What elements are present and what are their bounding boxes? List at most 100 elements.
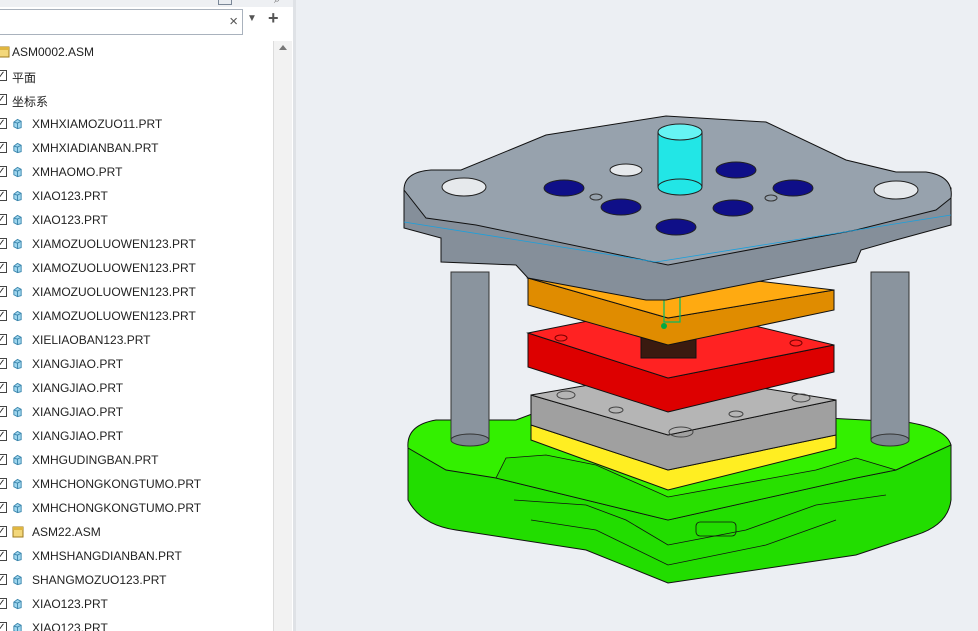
checkbox-icon[interactable]: ✓ [0,622,7,631]
punch-cylinder [657,123,703,196]
tree-item-label: XMHXIAMOZUO11.PRT [32,117,163,131]
tree-item[interactable]: ✓ XIAO123.PRT [0,209,272,233]
part-icon [13,478,22,490]
panel-search-icon[interactable]: ⌕ [274,0,280,7]
part-icon [13,454,22,466]
die-assembly-model [403,115,952,584]
tree-item-label: XMHSHANGDIANBAN.PRT [32,549,182,563]
model-tree-list: ASM0002.ASM ✓ 平面 ✓ 坐标系 ✓ XMHXIAMOZUO11.PRT ✓ XM… [0,41,272,631]
checkbox-icon[interactable]: ✓ [0,118,7,129]
tree-item-label: ASM0002.ASM [12,45,95,59]
part-icon [13,334,22,346]
tree-search-input[interactable]: × [0,9,243,35]
tree-scrollbar[interactable] [273,41,292,631]
tree-item[interactable]: ✓ ASM22.ASM [0,521,272,545]
checkbox-icon[interactable]: ✓ [0,238,7,249]
tree-item-label: XMHXIADIANBAN.PRT [32,141,159,155]
tree-item-label: XIAMOZUOLUOWEN123.PRT [32,261,196,275]
tree-item-label: ASM22.ASM [32,525,101,539]
tree-item-label: XMHAOMO.PRT [32,165,123,179]
checkbox-icon[interactable]: ✓ [0,454,7,465]
checkbox-icon[interactable]: ✓ [0,550,7,561]
tree-item[interactable]: ✓ XMHCHONGKONGTUMO.PRT [0,497,272,521]
tree-item[interactable]: ✓ XIAO123.PRT [0,185,272,209]
checkbox-icon[interactable]: ✓ [0,334,7,345]
checkbox-icon[interactable]: ✓ [0,478,7,489]
checkbox-icon[interactable]: ✓ [0,94,7,105]
tree-item[interactable]: ✓ XMHXIADIANBAN.PRT [0,137,272,161]
part-icon [13,430,22,442]
panel-view-icon[interactable] [218,0,232,5]
tree-item-label: XIANGJIAO.PRT [32,405,124,419]
assembly-icon [0,46,10,58]
part-icon [13,286,22,298]
tree-item-label: XIANGJIAO.PRT [32,357,124,371]
checkbox-icon[interactable]: ✓ [0,526,7,537]
checkbox-icon[interactable]: ✓ [0,430,7,441]
part-icon [13,166,22,178]
part-icon [13,214,22,226]
tree-item-label: XIAO123.PRT [32,597,108,611]
tree-item[interactable]: ✓ SHANGMOZUO123.PRT [0,569,272,593]
checkbox-icon[interactable]: ✓ [0,190,7,201]
tree-item-label: SHANGMOZUO123.PRT [32,573,167,587]
part-icon [13,190,22,202]
tree-item[interactable]: ✓ XMHXIAMOZUO11.PRT [0,113,272,137]
tree-item-label: 坐标系 [12,95,49,109]
tree-item-label: XIELIAOBAN123.PRT [32,333,151,347]
tree-item-label: XIANGJIAO.PRT [32,381,124,395]
tree-item-label: XIAMOZUOLUOWEN123.PRT [32,309,196,323]
checkbox-icon[interactable]: ✓ [0,574,7,585]
part-icon [13,358,22,370]
tree-item[interactable]: ✓ XMHSHANGDIANBAN.PRT [0,545,272,569]
tree-item[interactable]: ✓ XIAMOZUOLUOWEN123.PRT [0,281,272,305]
model-tree-panel: ⌕ × ▼ + ASM0002.ASM ✓ 平面 ✓ 坐标系 ✓ XMHXIAMOZUO1… [0,0,294,631]
tree-item[interactable]: ✓ XIAMOZUOLUOWEN123.PRT [0,257,272,281]
tree-item[interactable]: ✓ XIAO123.PRT [0,593,272,617]
tree-item[interactable]: ✓ XMHCHONGKONGTUMO.PRT [0,473,272,497]
tree-item[interactable]: ✓ XIAMOZUOLUOWEN123.PRT [0,305,272,329]
tree-item-label: XIAO123.PRT [32,621,108,631]
part-icon [13,382,22,394]
part-icon [13,406,22,418]
checkbox-icon[interactable]: ✓ [0,70,7,81]
tree-item[interactable]: ✓ XIAMOZUOLUOWEN123.PRT [0,233,272,257]
checkbox-icon[interactable]: ✓ [0,502,7,513]
tree-item-label: XIAO123.PRT [32,213,108,227]
tree-item[interactable]: ✓ 平面 [0,65,272,89]
tree-item-label: XMHCHONGKONGTUMO.PRT [32,477,202,491]
checkbox-icon[interactable]: ✓ [0,166,7,177]
tree-root-item[interactable]: ASM0002.ASM [0,41,272,65]
checkbox-icon[interactable]: ✓ [0,286,7,297]
tree-item[interactable]: ✓ 坐标系 [0,89,272,113]
checkbox-icon[interactable]: ✓ [0,262,7,273]
checkbox-icon[interactable]: ✓ [0,382,7,393]
checkbox-icon[interactable]: ✓ [0,358,7,369]
assembly-icon [12,526,24,538]
checkbox-icon[interactable]: ✓ [0,214,7,225]
tree-item[interactable]: ✓ XIANGJIAO.PRT [0,425,272,449]
checkbox-icon[interactable]: ✓ [0,598,7,609]
tree-item[interactable]: ✓ XIELIAOBAN123.PRT [0,329,272,353]
graphics-viewport[interactable] [296,0,978,631]
tree-item-label: XMHGUDINGBAN.PRT [32,453,159,467]
plus-icon[interactable]: + [268,8,279,29]
tree-item[interactable]: ✓ XIAO123.PRT [0,617,272,631]
part-icon [13,502,22,514]
tree-item[interactable]: ✓ XIANGJIAO.PRT [0,353,272,377]
part-icon [13,550,22,562]
checkbox-icon[interactable]: ✓ [0,406,7,417]
tree-item-label: XMHCHONGKONGTUMO.PRT [32,501,202,515]
tree-item[interactable]: ✓ XIANGJIAO.PRT [0,377,272,401]
checkbox-icon[interactable]: ✓ [0,310,7,321]
part-icon [13,622,22,631]
tree-item[interactable]: ✓ XIANGJIAO.PRT [0,401,272,425]
scroll-up-icon[interactable] [279,45,287,50]
tree-item-label: XIANGJIAO.PRT [32,429,124,443]
tree-item[interactable]: ✓ XMHAOMO.PRT [0,161,272,185]
tree-item-label: XIAMOZUOLUOWEN123.PRT [32,285,196,299]
tree-item[interactable]: ✓ XMHGUDINGBAN.PRT [0,449,272,473]
checkbox-icon[interactable]: ✓ [0,142,7,153]
dropdown-arrow-icon[interactable]: ▼ [247,13,257,24]
close-icon[interactable]: × [229,13,238,31]
